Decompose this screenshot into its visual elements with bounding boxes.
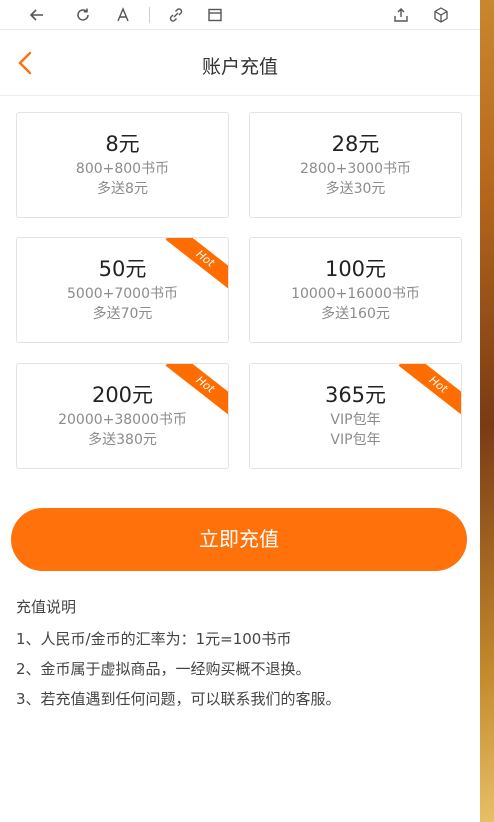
package-coins: 2800+3000书币 [300, 161, 411, 177]
package-card-200[interactable]: Hot 200元 20000+38000书币 多送380元 [16, 363, 229, 469]
note-item: 2、金币属于虚拟商品，一经购买概不退换。 [16, 660, 311, 678]
package-bonus: 多送8元 [97, 181, 148, 197]
package-coins: 10000+16000书币 [291, 286, 420, 302]
window-icon[interactable] [204, 4, 226, 26]
package-bonus: 多送380元 [88, 432, 157, 448]
notes-title: 充值说明 [16, 598, 77, 616]
back-arrow-icon[interactable] [26, 4, 48, 26]
package-price: 8元 [105, 132, 140, 156]
package-card-365[interactable]: Hot 365元 VIP包年 VIP包年 [249, 363, 462, 469]
package-card-50[interactable]: Hot 50元 5000+7000书币 多送70元 [16, 237, 229, 343]
note-item: 1、人民币/金币的汇率为：1元=100书币 [16, 630, 292, 648]
recharge-button[interactable]: 立即充值 [11, 508, 467, 571]
font-size-icon[interactable] [112, 4, 134, 26]
package-coins: 5000+7000书币 [67, 286, 178, 302]
package-coins: 20000+38000书币 [58, 412, 187, 428]
share-icon[interactable] [390, 4, 412, 26]
app-window: 账户充值 8元 800+800书币 多送8元 28元 2800+3000书币 多… [0, 0, 480, 822]
recharge-notes: 充值说明 1、人民币/金币的汇率为：1元=100书币 2、金币属于虚拟商品，一经… [16, 596, 341, 714]
package-coins: VIP包年 [330, 412, 381, 428]
page-title: 账户充值 [201, 56, 278, 78]
page-header: 账户充值 [0, 30, 480, 96]
box-icon[interactable] [430, 4, 452, 26]
package-card-8[interactable]: 8元 800+800书币 多送8元 [16, 112, 229, 218]
package-coins: 800+800书币 [75, 161, 170, 177]
toolbar-divider [149, 7, 150, 23]
browser-toolbar [0, 0, 480, 30]
package-card-100[interactable]: 100元 10000+16000书币 多送160元 [249, 237, 462, 343]
package-card-28[interactable]: 28元 2800+3000书币 多送30元 [249, 112, 462, 218]
package-price: 28元 [331, 132, 380, 156]
notes-list: 1、人民币/金币的汇率为：1元=100书币 2、金币属于虚拟商品，一经购买概不退… [16, 624, 341, 714]
package-bonus: VIP包年 [330, 432, 381, 448]
note-item: 3、若充值遇到任何问题，可以联系我们的客服。 [16, 690, 341, 708]
package-bonus: 多送30元 [325, 181, 386, 197]
package-price: 100元 [324, 257, 387, 281]
package-bonus: 多送70元 [92, 306, 153, 322]
refresh-icon[interactable] [72, 4, 94, 26]
package-bonus: 多送160元 [321, 306, 390, 322]
link-icon[interactable] [165, 4, 187, 26]
